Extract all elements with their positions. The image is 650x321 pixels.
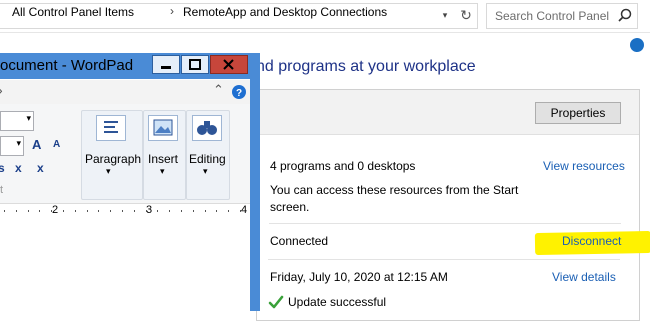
ruler: 2 3 4 xyxy=(0,203,250,219)
view-details-link[interactable]: View details xyxy=(552,270,616,284)
ruler-number: 3 xyxy=(146,204,153,216)
ribbon-tab-bar: › ⌃ ? xyxy=(0,80,250,105)
minimize-icon xyxy=(161,66,171,69)
ruler-tick xyxy=(4,210,5,212)
menu-chevron-icon[interactable]: › xyxy=(0,82,3,98)
divider xyxy=(269,223,621,224)
help-icon[interactable]: ? xyxy=(232,85,246,99)
properties-button[interactable]: Properties xyxy=(535,102,621,124)
address-dropdown-icon[interactable]: ▾ xyxy=(438,3,452,27)
ruler-tick xyxy=(192,210,194,212)
resource-summary: 4 programs and 0 desktops xyxy=(270,159,416,173)
wordpad-titlebar[interactable]: ocument - WordPad xyxy=(0,53,258,79)
update-status: Update successful xyxy=(288,295,387,309)
chevron-down-icon: ▾ xyxy=(16,138,21,148)
connection-status: Connected xyxy=(270,234,329,248)
svg-text:?: ? xyxy=(236,88,242,99)
picture-icon xyxy=(148,115,178,141)
ruler-tick xyxy=(157,210,159,212)
maximize-icon xyxy=(189,59,201,70)
ruler-number: 4 xyxy=(241,204,248,216)
maximize-button[interactable] xyxy=(181,55,209,74)
ruler-tick xyxy=(98,210,100,212)
insert-group-label: Insert xyxy=(148,152,179,166)
panel-header: Properties xyxy=(257,90,639,135)
ruler-tick xyxy=(39,210,41,212)
divider xyxy=(268,259,620,260)
access-description-line2: screen. xyxy=(270,200,310,214)
binoculars-icon xyxy=(192,115,222,141)
ruler-tick xyxy=(110,210,112,212)
access-description-line1: You can access these resources from the … xyxy=(270,183,519,197)
ruler-tick xyxy=(133,210,135,212)
search-icon[interactable] xyxy=(617,7,633,23)
last-updated: Friday, July 10, 2020 at 12:15 AM xyxy=(270,270,448,284)
search-input[interactable]: Search Control Panel xyxy=(486,3,638,29)
search-placeholder: Search Control Panel xyxy=(495,9,610,23)
connection-panel: Properties 4 programs and 0 desktops Vie… xyxy=(256,89,640,321)
font-group-label: t xyxy=(0,184,4,196)
paragraph-icon xyxy=(96,115,126,141)
ruler-tick xyxy=(122,210,123,212)
ruler-tick xyxy=(51,210,53,212)
ruler-tick xyxy=(63,210,64,212)
wordpad-window-border[interactable] xyxy=(250,53,260,311)
ruler-tick xyxy=(145,210,147,212)
minimize-button[interactable] xyxy=(152,55,180,74)
page-title: nd programs at your workplace xyxy=(256,58,476,75)
view-resources-link[interactable]: View resources xyxy=(543,159,625,173)
paragraph-group-label: Paragraph xyxy=(85,152,142,166)
help-icon[interactable] xyxy=(630,38,644,52)
refresh-icon[interactable]: ↻ xyxy=(456,3,476,27)
chevron-down-icon: ▾ xyxy=(203,166,208,176)
collapse-ribbon-icon[interactable]: ⌃ xyxy=(213,82,224,98)
shrink-font-icon[interactable]: A xyxy=(53,139,60,150)
grow-font-icon[interactable]: A xyxy=(32,137,41,152)
address-bar: All Control Panel Items › RemoteApp and … xyxy=(0,0,650,33)
ruler-tick xyxy=(74,210,76,212)
ruler-tick xyxy=(181,210,182,212)
disconnect-link[interactable]: Disconnect xyxy=(562,234,621,248)
editing-group-label: Editing xyxy=(189,152,226,166)
breadcrumb-remoteapp[interactable]: RemoteApp and Desktop Connections xyxy=(183,5,387,19)
ruler-tick xyxy=(240,210,241,212)
ruler-tick xyxy=(27,210,29,212)
close-icon xyxy=(223,59,234,70)
breadcrumb-all-control-panel-items[interactable]: All Control Panel Items xyxy=(12,5,134,19)
chevron-down-icon: ▾ xyxy=(26,113,31,123)
chevron-down-icon: ▾ xyxy=(160,166,165,176)
font-size-field[interactable]: ▾ xyxy=(0,136,24,156)
ruler-tick xyxy=(86,210,88,212)
ruler-tick xyxy=(169,210,171,212)
font-size-dropdown[interactable]: ▾ xyxy=(0,111,34,131)
ruler-tick xyxy=(216,210,218,212)
close-button[interactable] xyxy=(210,55,248,74)
superscript-icon[interactable]: x xyxy=(37,161,44,175)
ruler-tick xyxy=(15,210,17,212)
subscript-icon[interactable]: x xyxy=(15,161,22,175)
ruler-number: 2 xyxy=(52,204,59,216)
checkmark-icon xyxy=(268,295,284,309)
wordpad-title: ocument - WordPad xyxy=(0,57,134,74)
strikethrough-icon[interactable]: s xyxy=(0,161,5,175)
chevron-down-icon: ▾ xyxy=(106,166,111,176)
wordpad-window[interactable]: ocument - WordPad › ⌃ ? ▾ ▾ A A s x x t … xyxy=(0,53,258,311)
breadcrumb-separator[interactable]: › xyxy=(170,4,174,18)
document-area[interactable] xyxy=(0,218,250,311)
ruler-tick xyxy=(228,210,230,212)
ruler-tick xyxy=(204,210,206,212)
